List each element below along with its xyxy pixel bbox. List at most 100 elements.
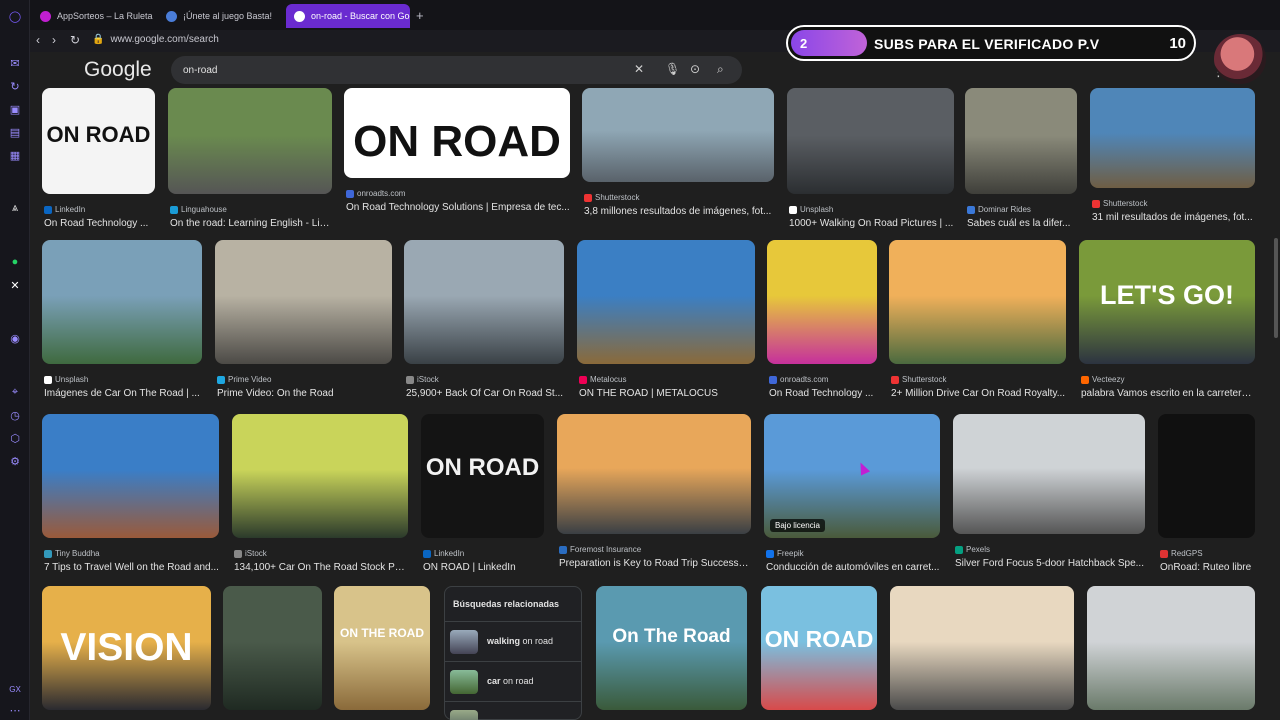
result-thumbnail[interactable] (890, 586, 1074, 710)
image-result-card[interactable]: LET'S GO! Vecteezy palabra Vamos escrito e… (1079, 240, 1255, 404)
sidebar-cube-icon[interactable]: ⬡ (7, 430, 23, 446)
page-scrollbar[interactable] (1272, 88, 1280, 720)
back-button[interactable]: ‹ (36, 33, 40, 47)
google-logo[interactable]: Google (84, 58, 152, 82)
image-result-card[interactable]: RedGPS OnRoad: Ruteo libre (1158, 414, 1255, 578)
result-thumbnail[interactable] (168, 88, 332, 194)
result-title[interactable]: 2+ Million Drive Car On Road Royalty... (891, 388, 1066, 399)
image-result-card[interactable]: VISIONAdobe Stock (42, 586, 211, 720)
result-thumbnail[interactable] (232, 414, 408, 538)
image-result-card[interactable]: Unsplash 1000+ Walking On Road Pictures |… (787, 88, 954, 234)
result-thumbnail[interactable] (1090, 88, 1255, 188)
image-result-card[interactable]: iStock 25,900+ Back Of Car On Road St... (404, 240, 564, 404)
search-input[interactable] (183, 61, 623, 79)
result-title[interactable]: Prime Video: On the Road (217, 388, 392, 399)
result-title[interactable]: ON ROAD | LinkedIn (423, 562, 544, 573)
image-result-card[interactable]: iStock 134,100+ Car On The Road Stock Ph.… (232, 414, 408, 578)
result-title[interactable]: On Road Technology ... (769, 388, 877, 399)
result-thumbnail[interactable] (965, 88, 1077, 194)
related-item-car[interactable]: car on road (445, 661, 581, 701)
result-thumbnail[interactable] (577, 240, 755, 364)
scroll-thumb[interactable] (1274, 238, 1278, 338)
image-result-card[interactable]: Tiny Buddha 7 Tips to Travel Well on the … (42, 414, 219, 578)
result-title[interactable]: 31 mil resultados de imágenes, fot... (1092, 212, 1255, 223)
result-title[interactable]: 25,900+ Back Of Car On Road St... (406, 388, 564, 399)
image-result-card[interactable]: Metalocus ON THE ROAD | METALOCUS (577, 240, 755, 404)
related-item-more[interactable] (445, 701, 581, 720)
sidebar-music-icon[interactable]: ◉ (7, 330, 23, 346)
result-title[interactable]: Preparation is Key to Road Trip Success … (559, 558, 751, 569)
result-thumbnail[interactable] (557, 414, 751, 534)
search-box[interactable]: ✕ 🎙 ⊙ ⌕ (171, 56, 742, 84)
result-title[interactable]: Imágenes de Car On The Road | ... (44, 388, 202, 399)
result-thumbnail[interactable] (767, 240, 877, 364)
sidebar-bag-icon[interactable]: ▣ (7, 101, 23, 117)
lens-icon[interactable]: ⊙ (690, 62, 700, 76)
image-result-card[interactable]: On The RoadIndie Music Box (596, 586, 747, 720)
tab-appsorteos[interactable]: AppSorteos – La Ruleta de (32, 4, 154, 28)
result-thumbnail[interactable] (953, 414, 1145, 534)
result-thumbnail[interactable]: ON ROAD (344, 88, 570, 178)
result-title[interactable]: Silver Ford Focus 5-door Hatchback Spe..… (955, 558, 1145, 569)
image-result-card[interactable]: Unsplash (1087, 586, 1255, 720)
result-thumbnail[interactable] (787, 88, 954, 194)
whatsapp-icon[interactable]: ● (7, 254, 23, 270)
image-result-card[interactable]: ON THE ROADPrime Video (334, 586, 430, 720)
result-thumbnail[interactable]: LET'S GO! (1079, 240, 1255, 364)
result-title[interactable]: 1000+ Walking On Road Pictures | ... (789, 218, 954, 229)
result-thumbnail[interactable]: ON ROAD (761, 586, 877, 710)
result-thumbnail[interactable] (215, 240, 392, 364)
sidebar-mail-icon[interactable]: ▦ (7, 147, 23, 163)
sidebar-history-icon[interactable]: ↻ (7, 78, 23, 94)
image-result-card[interactable]: ON ROADFacebook (761, 586, 877, 720)
sidebar-more-icon[interactable]: ⋯ (7, 702, 23, 718)
image-result-card[interactable]: onroadts.com On Road Technology ... (767, 240, 877, 404)
result-thumbnail[interactable] (582, 88, 774, 182)
sidebar-aria-icon[interactable]: ⩓ (7, 200, 23, 216)
result-thumbnail[interactable]: On The Road (596, 586, 747, 710)
image-result-card[interactable]: Pexels Silver Ford Focus 5-door Hatchback… (953, 414, 1145, 574)
result-thumbnail[interactable]: ON ROAD (42, 88, 155, 194)
result-thumbnail[interactable] (223, 586, 322, 710)
result-thumbnail[interactable] (42, 414, 219, 538)
image-result-card[interactable]: ON ROAD onroadts.com On Road Technology So… (344, 88, 570, 218)
image-result-card[interactable]: Shutterstock 2+ Million Drive Car On Road… (889, 240, 1066, 404)
image-result-card[interactable]: Linguahouse On the road: Learning English… (168, 88, 332, 234)
result-thumbnail[interactable] (1158, 414, 1255, 538)
result-title[interactable]: ON THE ROAD | METALOCUS (579, 388, 755, 399)
result-title[interactable]: On the road: Learning English - Lin... (170, 218, 332, 229)
result-title[interactable]: 7 Tips to Travel Well on the Road and... (44, 562, 219, 573)
image-result-card[interactable]: Foremost Insurance Preparation is Key to … (557, 414, 751, 574)
url-field[interactable]: 🔒 www.google.com/search (92, 34, 219, 45)
image-result-card[interactable]: Adobe Stock (890, 586, 1074, 720)
image-result-card[interactable]: Bajo licencia Freepik Conducción de automó… (764, 414, 940, 578)
image-result-card[interactable]: Shutterstock 3,8 millones resultados de i… (582, 88, 774, 222)
new-tab-button[interactable]: + (416, 8, 424, 23)
result-title[interactable]: 134,100+ Car On The Road Stock Ph... (234, 562, 408, 573)
reload-button[interactable]: ↻ (70, 33, 80, 47)
sidebar-clock-icon[interactable]: ◷ (7, 407, 23, 423)
result-title[interactable]: On Road Technology ... (44, 218, 155, 229)
result-title[interactable]: 3,8 millones resultados de imágenes, fot… (584, 206, 774, 217)
result-title[interactable]: Conducción de automóviles en carret... (766, 562, 940, 573)
sidebar-image-icon[interactable]: ▤ (7, 124, 23, 140)
mic-icon[interactable]: 🎙 (665, 62, 680, 76)
clear-icon[interactable]: ✕ (634, 62, 644, 76)
image-result-card[interactable]: Unsplash (223, 586, 322, 720)
sidebar-messenger-icon[interactable]: ✉ (7, 55, 23, 71)
sidebar-settings-icon[interactable]: ⚙ (7, 453, 23, 469)
result-title[interactable]: On Road Technology Solutions | Empresa d… (346, 202, 570, 213)
result-thumbnail[interactable] (1087, 586, 1255, 710)
image-result-card[interactable]: ON ROAD LinkedIn On Road Technology ... (42, 88, 155, 234)
tab-google-search[interactable]: on-road - Buscar con Goo (286, 4, 410, 28)
sidebar-gx-icon[interactable]: GX (7, 681, 23, 697)
sidebar-pin-icon[interactable]: ⌖ (7, 384, 23, 400)
result-thumbnail[interactable]: Bajo licencia (764, 414, 940, 538)
image-result-card[interactable]: Dominar Rides Sabes cuál es la difer... (965, 88, 1077, 234)
result-thumbnail[interactable]: VISION (42, 586, 211, 710)
tab-basta[interactable]: ¡Únete al juego Basta! (158, 4, 282, 28)
result-title[interactable]: Sabes cuál es la difer... (967, 218, 1077, 229)
x-twitter-icon[interactable]: ✕ (7, 277, 23, 293)
opera-logo-icon[interactable]: ◯ (7, 8, 23, 24)
forward-button[interactable]: › (52, 33, 56, 47)
